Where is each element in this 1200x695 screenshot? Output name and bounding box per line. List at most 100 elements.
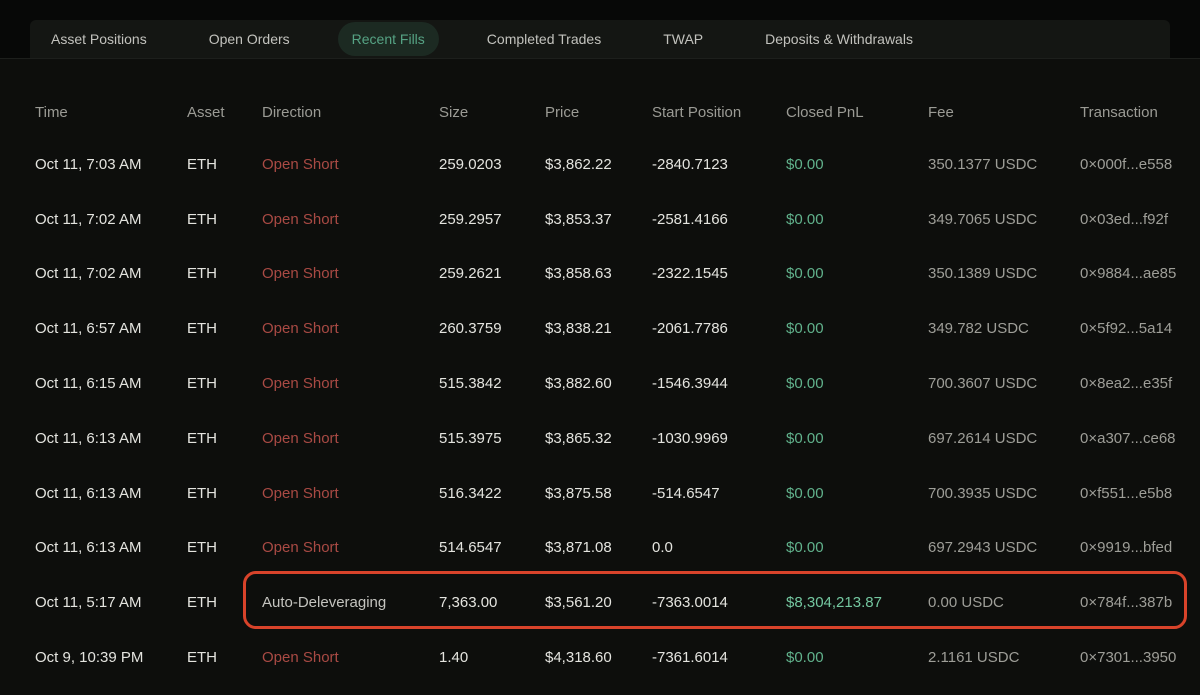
cell-fee: 700.3935 USDC xyxy=(928,485,1080,502)
cell-time: Oct 11, 5:17 AM xyxy=(35,594,187,611)
table-row: Oct 11, 7:02 AMETHOpen Short259.2957$3,8… xyxy=(35,192,1185,247)
cell-tx[interactable]: 0×000f...e558 xyxy=(1080,156,1185,173)
cell-size: 515.3842 xyxy=(439,375,545,392)
cell-price: $3,838.21 xyxy=(545,320,652,337)
cell-pnl: $8,304,213.87 xyxy=(786,594,928,611)
table-row: Oct 11, 6:13 AMETHOpen Short516.3422$3,8… xyxy=(35,466,1185,521)
cell-asset: ETH xyxy=(187,156,262,173)
table-row: Oct 11, 7:03 AMETHOpen Short259.0203$3,8… xyxy=(35,137,1185,192)
cell-size: 7,363.00 xyxy=(439,594,545,611)
table-row: Oct 11, 7:02 AMETHOpen Short259.2621$3,8… xyxy=(35,247,1185,302)
cell-tx[interactable]: 0×5f92...5a14 xyxy=(1080,320,1185,337)
cell-time: Oct 11, 7:03 AM xyxy=(35,156,187,173)
cell-time: Oct 11, 6:15 AM xyxy=(35,375,187,392)
cell-tx[interactable]: 0×9919...bfed xyxy=(1080,539,1185,556)
column-header-pnl: Closed PnL xyxy=(786,104,928,121)
cell-start: 0.0 xyxy=(652,539,786,556)
cell-tx[interactable]: 0×784f...387b xyxy=(1080,594,1185,611)
column-header-time: Time xyxy=(35,104,187,121)
tab-asset-positions[interactable]: Asset Positions xyxy=(37,22,161,56)
cell-time: Oct 11, 7:02 AM xyxy=(35,211,187,228)
cell-price: $3,858.63 xyxy=(545,265,652,282)
cell-dir: Open Short xyxy=(262,156,439,173)
cell-pnl: $0.00 xyxy=(786,320,928,337)
tab-twap[interactable]: TWAP xyxy=(649,22,717,56)
tab-deposits-withdrawals[interactable]: Deposits & Withdrawals xyxy=(751,22,927,56)
cell-time: Oct 11, 6:13 AM xyxy=(35,430,187,447)
cell-pnl: $0.00 xyxy=(786,265,928,282)
cell-asset: ETH xyxy=(187,485,262,502)
cell-size: 259.0203 xyxy=(439,156,545,173)
cell-tx[interactable]: 0×9884...ae85 xyxy=(1080,265,1185,282)
cell-fee: 350.1389 USDC xyxy=(928,265,1080,282)
cell-fee: 0.00 USDC xyxy=(928,594,1080,611)
cell-price: $4,318.60 xyxy=(545,649,652,666)
cell-tx[interactable]: 0×8ea2...e35f xyxy=(1080,375,1185,392)
cell-pnl: $0.00 xyxy=(786,649,928,666)
cell-fee: 2.1161 USDC xyxy=(928,649,1080,666)
cell-tx[interactable]: 0×7301...3950 xyxy=(1080,649,1185,666)
cell-dir: Open Short xyxy=(262,265,439,282)
tab-open-orders[interactable]: Open Orders xyxy=(195,22,304,56)
tab-completed-trades[interactable]: Completed Trades xyxy=(473,22,615,56)
column-header-size: Size xyxy=(439,104,545,121)
cell-pnl: $0.00 xyxy=(786,430,928,447)
cell-start: -7361.6014 xyxy=(652,649,786,666)
cell-asset: ETH xyxy=(187,265,262,282)
table-header-row: TimeAssetDirectionSizePriceStart Positio… xyxy=(35,87,1185,137)
cell-dir: Open Short xyxy=(262,211,439,228)
cell-pnl: $0.00 xyxy=(786,211,928,228)
cell-asset: ETH xyxy=(187,539,262,556)
cell-fee: 700.3607 USDC xyxy=(928,375,1080,392)
tab-bar-container: Asset Positions Open Orders Recent Fills Co… xyxy=(0,0,1200,59)
tab-recent-fills[interactable]: Recent Fills xyxy=(338,22,439,56)
cell-pnl: $0.00 xyxy=(786,485,928,502)
cell-time: Oct 11, 7:02 AM xyxy=(35,265,187,282)
column-header-asset: Asset xyxy=(187,104,262,121)
column-header-price: Price xyxy=(545,104,652,121)
cell-tx[interactable]: 0×a307...ce68 xyxy=(1080,430,1185,447)
cell-time: Oct 11, 6:13 AM xyxy=(35,485,187,502)
column-header-fee: Fee xyxy=(928,104,1080,121)
cell-dir: Open Short xyxy=(262,320,439,337)
cell-fee: 697.2614 USDC xyxy=(928,430,1080,447)
cell-asset: ETH xyxy=(187,211,262,228)
cell-time: Oct 9, 10:39 PM xyxy=(35,649,187,666)
cell-start: -7363.0014 xyxy=(652,594,786,611)
cell-time: Oct 11, 6:13 AM xyxy=(35,539,187,556)
cell-fee: 349.782 USDC xyxy=(928,320,1080,337)
cell-tx[interactable]: 0×f551...e5b8 xyxy=(1080,485,1185,502)
cell-price: $3,865.32 xyxy=(545,430,652,447)
cell-time: Oct 11, 6:57 AM xyxy=(35,320,187,337)
cell-size: 515.3975 xyxy=(439,430,545,447)
cell-pnl: $0.00 xyxy=(786,539,928,556)
cell-asset: ETH xyxy=(187,375,262,392)
cell-size: 514.6547 xyxy=(439,539,545,556)
cell-start: -2322.1545 xyxy=(652,265,786,282)
cell-size: 260.3759 xyxy=(439,320,545,337)
table-row: Oct 11, 6:15 AMETHOpen Short515.3842$3,8… xyxy=(35,356,1185,411)
cell-tx[interactable]: 0×03ed...f92f xyxy=(1080,211,1185,228)
table-row: Oct 11, 6:13 AMETHOpen Short514.6547$3,8… xyxy=(35,521,1185,576)
cell-asset: ETH xyxy=(187,430,262,447)
column-header-start: Start Position xyxy=(652,104,786,121)
table-body: Oct 11, 7:03 AMETHOpen Short259.0203$3,8… xyxy=(35,137,1185,685)
cell-start: -1030.9969 xyxy=(652,430,786,447)
cell-pnl: $0.00 xyxy=(786,375,928,392)
cell-start: -2581.4166 xyxy=(652,211,786,228)
recent-fills-table: TimeAssetDirectionSizePriceStart Positio… xyxy=(0,59,1200,685)
cell-pnl: $0.00 xyxy=(786,156,928,173)
column-header-dir: Direction xyxy=(262,104,439,121)
cell-dir: Open Short xyxy=(262,649,439,666)
table-row: Oct 11, 5:17 AMETHAuto-Deleveraging7,363… xyxy=(35,575,1185,630)
cell-asset: ETH xyxy=(187,320,262,337)
cell-start: -514.6547 xyxy=(652,485,786,502)
cell-price: $3,882.60 xyxy=(545,375,652,392)
cell-dir: Open Short xyxy=(262,375,439,392)
cell-fee: 349.7065 USDC xyxy=(928,211,1080,228)
cell-price: $3,862.22 xyxy=(545,156,652,173)
cell-fee: 697.2943 USDC xyxy=(928,539,1080,556)
cell-price: $3,561.20 xyxy=(545,594,652,611)
cell-dir: Open Short xyxy=(262,485,439,502)
cell-dir: Open Short xyxy=(262,539,439,556)
